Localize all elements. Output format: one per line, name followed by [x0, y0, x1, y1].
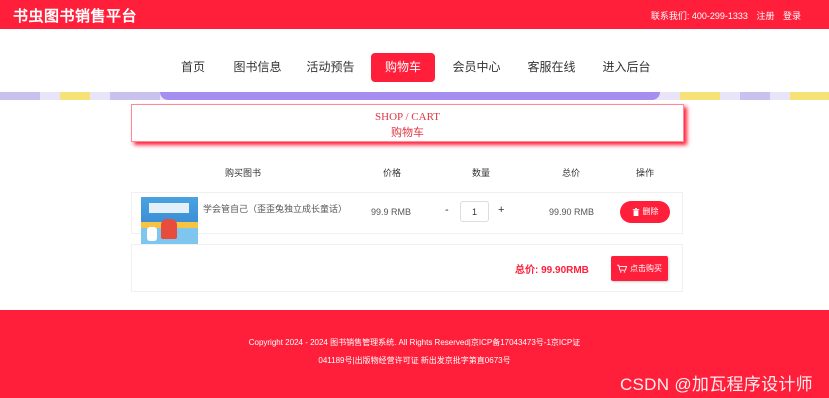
main-nav: 首页 图书信息 活动预告 购物车 会员中心 客服在线 进入后台 — [0, 49, 829, 85]
buy-button-label: 点击购买 — [630, 264, 662, 273]
contact-phone: 联系我们: 400-299-1333 — [650, 11, 748, 21]
nav-item-home[interactable]: 首页 — [175, 53, 211, 82]
nav-item-admin[interactable]: 进入后台 — [599, 53, 654, 82]
column-header-book: 购买图书 — [225, 168, 262, 178]
nav-item-events[interactable]: 活动预告 — [303, 53, 358, 82]
trash-icon — [632, 208, 639, 216]
nav-item-member-center[interactable]: 会员中心 — [449, 53, 504, 82]
book-price: 99.9 RMB — [371, 207, 412, 217]
book-name[interactable]: 学会管自己（歪歪兔独立成长童话） — [203, 203, 347, 215]
cart-icon — [617, 264, 628, 273]
decorative-banner-strip — [0, 92, 829, 100]
top-header-bar: 书虫图书销售平台 联系我们: 400-299-1333 注册 登录 — [0, 0, 829, 29]
register-link[interactable]: 注册 — [756, 11, 774, 21]
watermark-text: CSDN @加瓦程序设计师 — [619, 375, 813, 394]
site-title[interactable]: 书虫图书销售平台 — [13, 5, 137, 26]
quantity-input[interactable] — [460, 201, 489, 222]
column-header-price: 价格 — [383, 168, 402, 178]
footer-copyright: Copyright 2024 - 2024 图书销售管理系统. All Righ… — [248, 338, 581, 347]
nav-item-customer-service[interactable]: 客服在线 — [524, 53, 579, 82]
delete-button-label: 删除 — [642, 207, 659, 216]
cart-title-zh: 购物车 — [391, 127, 424, 139]
nav-item-cart[interactable]: 购物车 — [371, 53, 435, 82]
cart-title-en: SHOP / CART — [375, 111, 440, 123]
cart-summary — [131, 244, 683, 292]
column-header-quantity: 数量 — [472, 168, 491, 178]
top-right-links: 联系我们: 400-299-1333 注册 登录 — [651, 9, 801, 22]
quantity-minus-button[interactable]: - — [445, 204, 449, 216]
column-header-total: 总价 — [562, 168, 581, 178]
cart-total-label: 总价: 99.90RMB — [515, 265, 589, 276]
delete-button[interactable]: 删除 — [620, 201, 670, 223]
login-link[interactable]: 登录 — [783, 11, 801, 21]
nav-item-book-info[interactable]: 图书信息 — [230, 53, 285, 82]
quantity-plus-button[interactable]: + — [498, 204, 504, 216]
footer-license: 041189号|出版物经营许可证 新出发京批字第直0673号 — [318, 356, 511, 365]
buy-button[interactable]: 点击购买 — [611, 256, 668, 281]
column-header-action: 操作 — [636, 168, 655, 178]
row-total-price: 99.90 RMB — [549, 207, 595, 217]
cart-title-box: SHOP / CART 购物车 — [131, 104, 684, 142]
